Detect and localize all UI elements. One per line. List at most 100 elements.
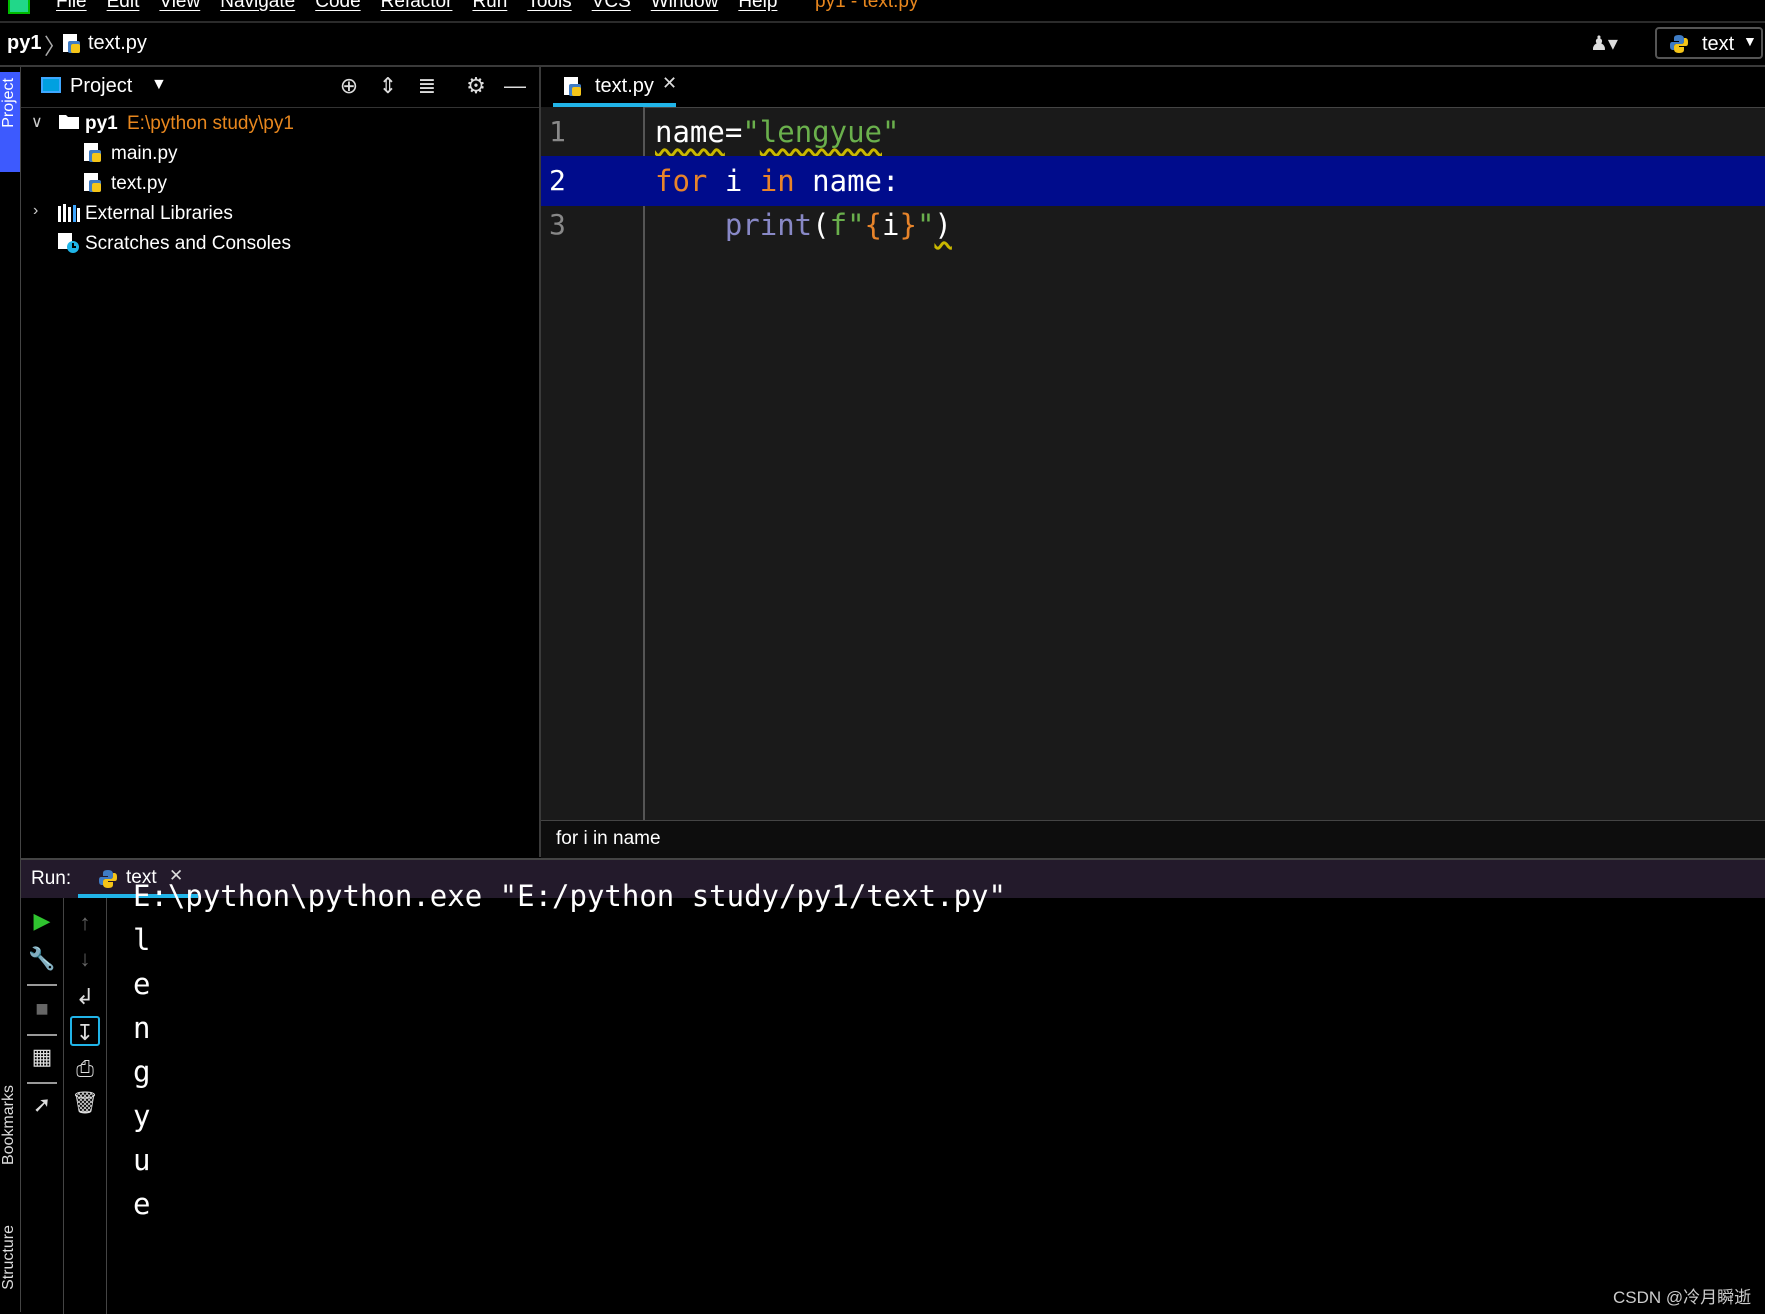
line-number: 1 [549, 115, 566, 148]
print-icon[interactable]: ⎙ [70, 1054, 100, 1084]
menu-window[interactable]: Window [651, 0, 719, 13]
editor-breadcrumb[interactable]: for i in name [556, 828, 661, 850]
code-text: for i in name: [655, 164, 900, 198]
console-line: y [133, 1099, 151, 1133]
toolbar-separator [27, 1082, 57, 1084]
layout-icon[interactable]: ▦ [27, 1042, 57, 1072]
console-line: n [133, 1011, 151, 1045]
console-line: e [133, 967, 151, 1001]
menu-edit[interactable]: Edit [107, 0, 140, 13]
stripe-project-label[interactable]: Project [0, 78, 18, 128]
console-line: l [133, 923, 151, 957]
arrow-up-icon[interactable]: ↑ [70, 908, 100, 938]
expand-all-icon[interactable]: ⇕ [375, 73, 401, 99]
trash-icon[interactable]: 🗑 [70, 1088, 100, 1118]
tree-external-libraries-label: External Libraries [85, 203, 233, 224]
tree-item-scratches[interactable]: Scratches and Consoles [21, 229, 539, 259]
tree-file-label: text.py [111, 173, 167, 194]
code-line-1[interactable]: 1 name="lengyue" [541, 107, 1765, 157]
locate-target-icon[interactable]: ⊕ [336, 73, 362, 99]
python-file-icon [563, 76, 583, 103]
run-panel-title: Run: [31, 868, 72, 889]
console-line: u [133, 1143, 151, 1177]
line-number: 3 [549, 208, 566, 241]
pin-icon[interactable]: ➚ [27, 1090, 57, 1120]
gear-icon[interactable]: ⚙ [463, 73, 489, 99]
menu-items: File Edit View Navigate Code Refactor Ru… [56, 0, 777, 13]
editor-tab-label: text.py [595, 75, 654, 97]
run-configuration-selector[interactable]: text ▼ [1655, 27, 1763, 59]
run-toolbar-secondary: ↑ ↓ ↲ ↧ ⎙ 🗑 [64, 898, 107, 1314]
tree-scratches-label: Scratches and Consoles [85, 233, 291, 254]
toolbar-separator [27, 1034, 57, 1036]
watermark: CSDN @冷月瞬逝 [1613, 1288, 1752, 1307]
project-panel-header: Project ▼ ⊕ ⇕ ≣ ⚙ — [21, 67, 539, 108]
rerun-play-icon[interactable]: ▶ [27, 906, 57, 936]
collapse-all-icon[interactable]: ≣ [414, 73, 440, 99]
menu-code[interactable]: Code [315, 0, 360, 13]
tree-item-external-libraries[interactable]: › External Libraries [21, 199, 539, 229]
menu-vcs[interactable]: VCS [592, 0, 631, 13]
toolbar-separator [27, 984, 57, 986]
editor: text.py ✕ 1 name="lengyue" 2 for i in na… [541, 67, 1765, 858]
console-line: e [133, 1187, 151, 1221]
caret-down-icon[interactable]: ▼ [151, 76, 167, 94]
project-view-selector[interactable]: Project [70, 75, 132, 98]
arrow-down-icon[interactable]: ↓ [70, 944, 100, 974]
breadcrumb-project[interactable]: py1 [7, 32, 41, 55]
stripe-structure-label[interactable]: Structure [0, 1225, 18, 1290]
run-toolbar-primary: ▶ 🔧 ■ ▦ ➚ [21, 898, 64, 1314]
tree-root-path: E:\python study\py1 [127, 113, 294, 134]
menu-view[interactable]: View [159, 0, 200, 13]
navigation-bar: py1 〉 text.py ♟▾ text ▼ [0, 23, 1765, 67]
console-line: E:\python\python.exe "E:/python study/py… [133, 879, 1006, 913]
menu-run[interactable]: Run [472, 0, 507, 13]
wrench-icon[interactable]: 🔧 [27, 944, 57, 974]
code-line-2[interactable]: 2 for i in name: [541, 156, 1765, 206]
libraries-icon [57, 202, 81, 228]
close-icon[interactable]: ✕ [662, 73, 677, 94]
scroll-to-end-icon[interactable]: ↧ [70, 1016, 100, 1046]
pycharm-logo-icon [8, 0, 30, 14]
editor-breadcrumb-bar: for i in name [541, 820, 1765, 858]
folder-icon [59, 113, 79, 135]
stop-icon[interactable]: ■ [27, 994, 57, 1024]
tree-root-name: py1 [85, 113, 118, 134]
project-view-icon [41, 77, 61, 93]
tree-file-label: main.py [111, 143, 178, 164]
menu-tools[interactable]: Tools [527, 0, 571, 13]
user-account-icon[interactable]: ♟▾ [1590, 31, 1618, 56]
tree-item-root[interactable]: ∨ py1 E:\python study\py1 [21, 109, 539, 139]
caret-down-icon: ▼ [1743, 33, 1757, 49]
chevron-right-icon[interactable]: › [33, 202, 38, 220]
soft-wrap-icon[interactable]: ↲ [70, 982, 100, 1012]
run-panel: Run: text ✕ ▶ 🔧 ■ ▦ ➚ ↑ ↓ ↲ ↧ ⎙ 🗑 E:\pyt… [21, 858, 1765, 1314]
python-icon [1669, 34, 1689, 59]
window-title: py1 - text.py [815, 0, 919, 12]
hide-panel-icon[interactable]: — [502, 73, 528, 99]
menu-help[interactable]: Help [738, 0, 777, 13]
python-icon [98, 869, 118, 894]
tree-item-main-py[interactable]: main.py [21, 139, 539, 169]
menu-file[interactable]: File [56, 0, 87, 13]
python-file-icon [62, 33, 82, 60]
editor-tab-text-py[interactable]: text.py ✕ [553, 67, 677, 107]
menu-bar: File Edit View Navigate Code Refactor Ru… [0, 0, 1765, 23]
menu-navigate[interactable]: Navigate [220, 0, 295, 13]
line-number: 2 [549, 164, 566, 197]
code-text: name="lengyue" [655, 115, 900, 149]
python-file-icon [83, 172, 103, 200]
breadcrumb-file[interactable]: text.py [88, 32, 147, 55]
run-configuration-name: text [1702, 33, 1735, 55]
menu-refactor[interactable]: Refactor [381, 0, 453, 13]
scratches-icon [57, 232, 81, 260]
stripe-bookmarks-label[interactable]: Bookmarks [0, 1085, 18, 1165]
code-text: print(f"{i}") [724, 208, 952, 242]
tree-item-text-py[interactable]: text.py [21, 169, 539, 199]
code-line-3[interactable]: 3 print(f"{i}") [541, 200, 1765, 250]
project-panel: Project ▼ ⊕ ⇕ ≣ ⚙ — ∨ py1 E:\python stud… [21, 67, 541, 857]
console-line: g [133, 1055, 151, 1089]
chevron-down-icon[interactable]: ∨ [31, 112, 43, 132]
editor-tab-bar: text.py ✕ [541, 67, 1765, 108]
python-file-icon [83, 142, 103, 170]
